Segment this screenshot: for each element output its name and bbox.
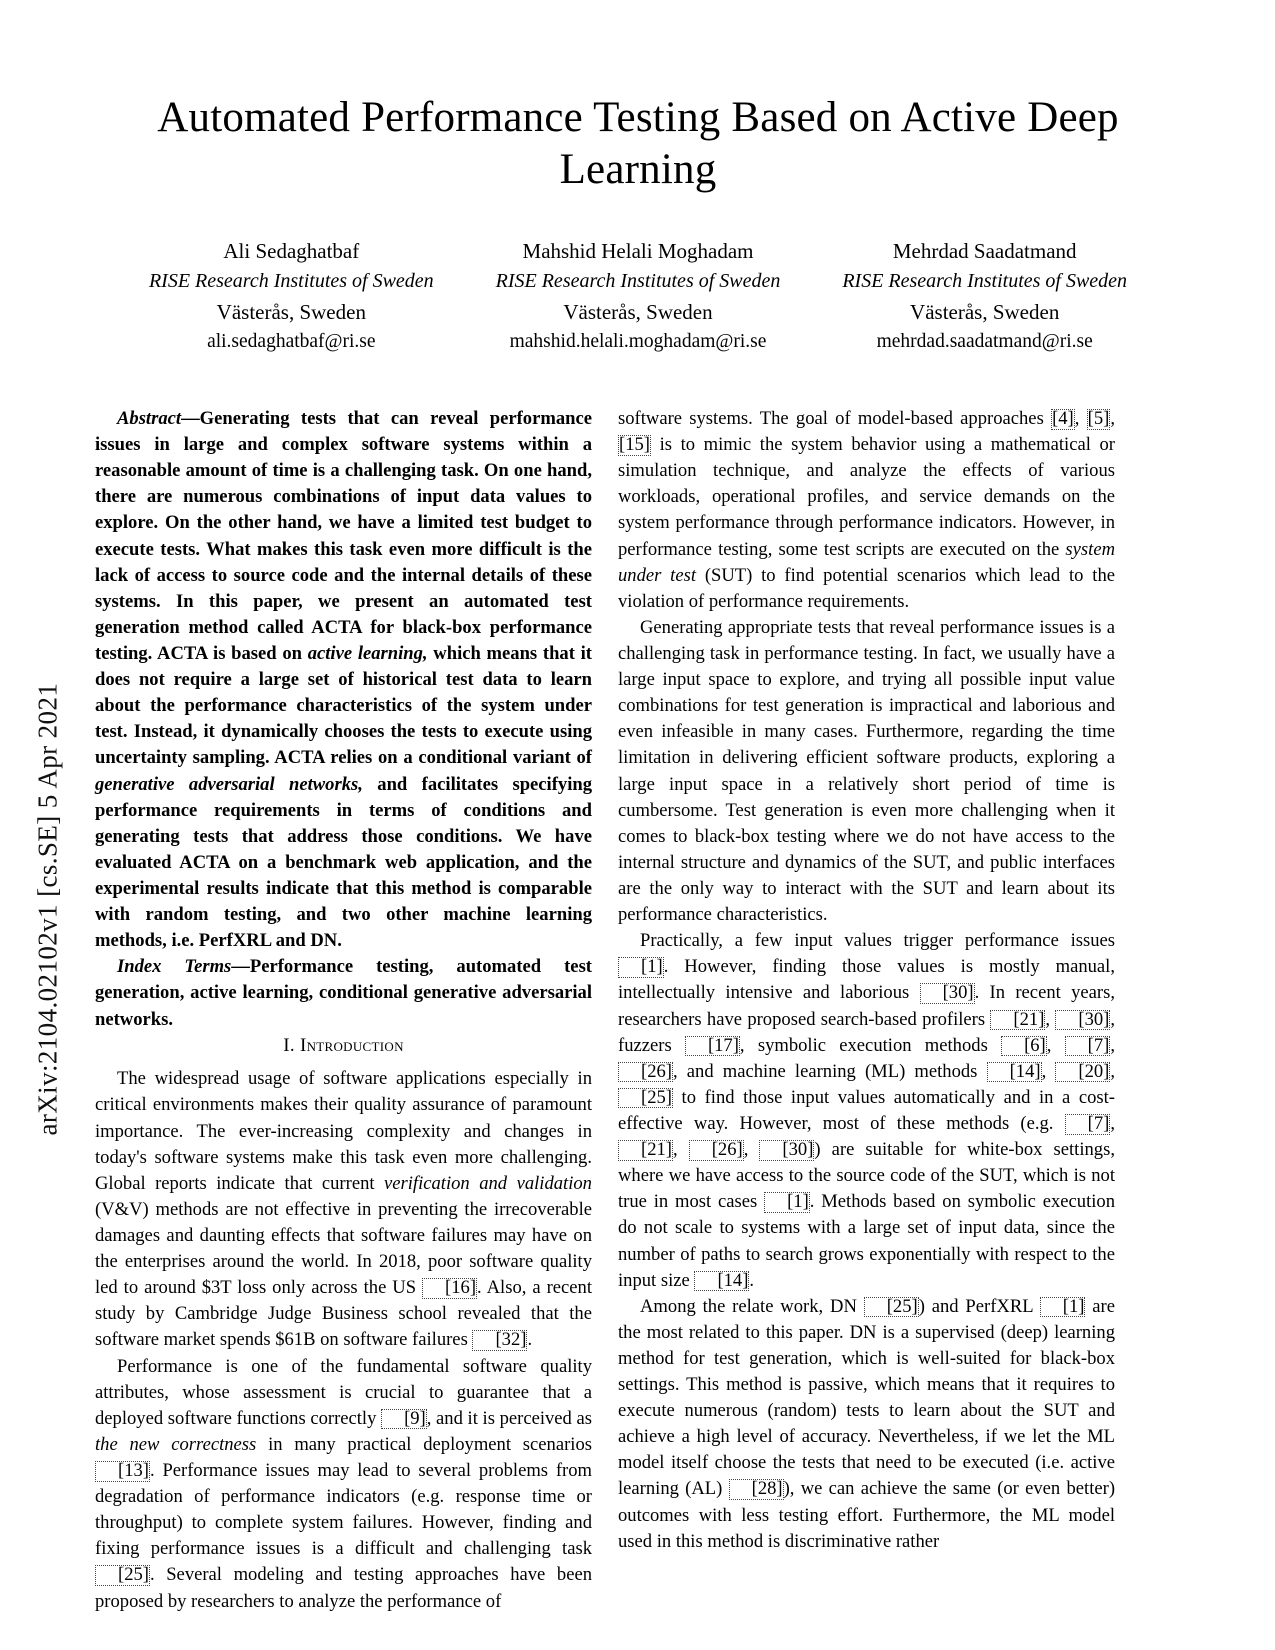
citation-link[interactable]: [7] <box>1064 1113 1111 1135</box>
text-run: are the most related to this paper. DN i… <box>618 1295 1115 1500</box>
text-run: in many practical deployment scenarios <box>256 1433 592 1455</box>
left-column: Abstract—Generating tests that can revea… <box>95 406 592 1615</box>
citation-link[interactable]: [14] <box>986 1061 1042 1083</box>
citation-link[interactable]: [16] <box>422 1278 478 1299</box>
author-affiliation: RISE Research Institutes of Sweden <box>495 270 781 293</box>
citation-link[interactable]: [15] <box>618 435 651 456</box>
text-run: , <box>1045 1008 1056 1030</box>
title-block: Automated Performance Testing Based on A… <box>118 92 1158 197</box>
author-block: Mehrdad Saadatmand RISE Research Institu… <box>811 236 1158 357</box>
text-run: , <box>1110 1034 1115 1056</box>
author-name: Mahshid Helali Moghadam <box>522 239 754 263</box>
citation-link[interactable]: [25] <box>95 1565 150 1586</box>
author-email[interactable]: mahshid.helali.moghadam@ri.se <box>465 328 812 357</box>
author-affiliation: RISE Research Institutes of Sweden <box>148 270 434 293</box>
citation-link[interactable]: [7] <box>1064 1035 1111 1057</box>
citation-link[interactable]: [25] <box>863 1296 919 1318</box>
intro-paragraph-6: Among the relate work, DN [25]) and Perf… <box>618 1294 1115 1555</box>
text-run: , <box>1110 1060 1116 1082</box>
citation-link[interactable]: [14] <box>694 1270 750 1292</box>
abstract-emphasis-1: active learning, <box>307 642 428 664</box>
text-run: software systems. The goal of model-base… <box>618 408 1052 429</box>
author-name: Mehrdad Saadatmand <box>892 239 1077 263</box>
text-run: Practically, a few input values trigger … <box>640 930 1115 952</box>
author-location: Västerås, Sweden <box>910 299 1060 324</box>
citation-link[interactable]: [5] <box>1086 409 1111 430</box>
text-run: Among the relate work, DN <box>640 1295 864 1317</box>
arxiv-stamp-text: arXiv:2104.02102v1 [cs.SE] 5 Apr 2021 <box>32 682 63 1136</box>
index-terms-paragraph: Index Terms—Performance testing, automat… <box>95 954 592 1032</box>
text-run: ) and PerfXRL <box>918 1295 1040 1317</box>
text-run: . <box>749 1269 755 1291</box>
citation-link[interactable]: [9] <box>381 1408 427 1430</box>
author-affiliation: RISE Research Institutes of Sweden <box>842 270 1128 293</box>
abstract-paragraph: Abstract—Generating tests that can revea… <box>95 406 592 954</box>
abstract-emphasis-2: generative adversarial networks, <box>95 773 363 795</box>
author-email[interactable]: ali.sedaghatbaf@ri.se <box>118 328 465 357</box>
citation-link[interactable]: [26] <box>618 1061 673 1083</box>
citation-link[interactable]: [13] <box>95 1460 150 1482</box>
emphasis-run: the new correctness <box>95 1433 257 1455</box>
author-location: Västerås, Sweden <box>216 299 366 324</box>
author-name: Ali Sedaghatbaf <box>223 239 360 263</box>
page-title: Automated Performance Testing Based on A… <box>157 94 1119 194</box>
text-run: , and it is perceived as <box>426 1407 592 1429</box>
citation-link[interactable]: [25] <box>618 1087 673 1109</box>
text-run: to find those input values automatically… <box>618 1086 1115 1134</box>
intro-paragraph-1: The widespread usage of software applica… <box>95 1066 592 1353</box>
citation-link[interactable]: [20] <box>1055 1061 1111 1083</box>
author-block: Mahshid Helali Moghadam RISE Research In… <box>465 236 812 357</box>
abstract-text-3: and facilitates specifying performance r… <box>95 773 593 952</box>
citation-link[interactable]: [21] <box>618 1140 673 1161</box>
citation-link[interactable]: [30] <box>919 983 975 1004</box>
intro-paragraph-2: Performance is one of the fundamental so… <box>95 1354 592 1615</box>
abstract-text-1: Generating tests that can reveal perform… <box>95 408 592 664</box>
citation-link[interactable]: [28] <box>728 1479 784 1501</box>
emphasis-run: verification and validation <box>384 1172 592 1194</box>
section-heading-introduction: I. Introduction <box>283 1034 404 1056</box>
author-email[interactable]: mehrdad.saadatmand@ri.se <box>811 328 1158 357</box>
citation-link[interactable]: [6] <box>1001 1035 1047 1057</box>
text-run: , <box>1110 1112 1115 1134</box>
abstract-label: Abstract <box>117 408 182 429</box>
text-run: , <box>1046 1034 1065 1056</box>
citation-link[interactable]: [30] <box>759 1140 815 1161</box>
right-column: software systems. The goal of model-base… <box>618 406 1115 1555</box>
intro-paragraph-3: software systems. The goal of model-base… <box>618 406 1115 615</box>
index-terms-dash: — <box>231 956 250 978</box>
citation-link[interactable]: [26] <box>688 1140 744 1161</box>
citation-link[interactable]: [21] <box>990 1009 1046 1031</box>
author-block: Ali Sedaghatbaf RISE Research Institutes… <box>118 236 465 357</box>
index-terms-label: Index Terms <box>117 956 232 978</box>
text-run: . Performance issues may lead to several… <box>95 1459 592 1560</box>
citation-link[interactable]: [32] <box>472 1330 528 1351</box>
citation-link[interactable]: [1] <box>764 1192 810 1213</box>
arxiv-stamp: arXiv:2104.02102v1 [cs.SE] 5 Apr 2021 <box>0 400 96 1140</box>
citation-link[interactable]: [1] <box>618 957 664 978</box>
intro-paragraph-5: Practically, a few input values trigger … <box>618 928 1115 1294</box>
abstract-dash: — <box>181 408 200 429</box>
text-run: , and machine learning (ML) methods <box>672 1060 987 1082</box>
text-run: is to mimic the system behavior using a … <box>618 434 1115 560</box>
citation-link[interactable]: [17] <box>684 1035 740 1057</box>
text-run: , <box>1110 408 1115 429</box>
text-run: , <box>1041 1060 1056 1082</box>
author-list: Ali Sedaghatbaf RISE Research Institutes… <box>118 236 1158 357</box>
text-run: . <box>527 1329 533 1351</box>
text-run: , symbolic execution methods <box>739 1034 1002 1056</box>
paper-page: arXiv:2104.02102v1 [cs.SE] 5 Apr 2021 Au… <box>0 0 1275 1650</box>
text-run: , <box>1074 408 1087 429</box>
text-run: , <box>672 1139 689 1161</box>
text-run: . Several modeling and testing approache… <box>95 1564 592 1612</box>
citation-link[interactable]: [1] <box>1039 1296 1086 1318</box>
citation-link[interactable]: [4] <box>1051 409 1075 430</box>
citation-link[interactable]: [30] <box>1055 1009 1111 1031</box>
text-run: , <box>743 1139 760 1161</box>
intro-paragraph-4: Generating appropriate tests that reveal… <box>618 616 1115 926</box>
author-location: Västerås, Sweden <box>563 299 713 324</box>
